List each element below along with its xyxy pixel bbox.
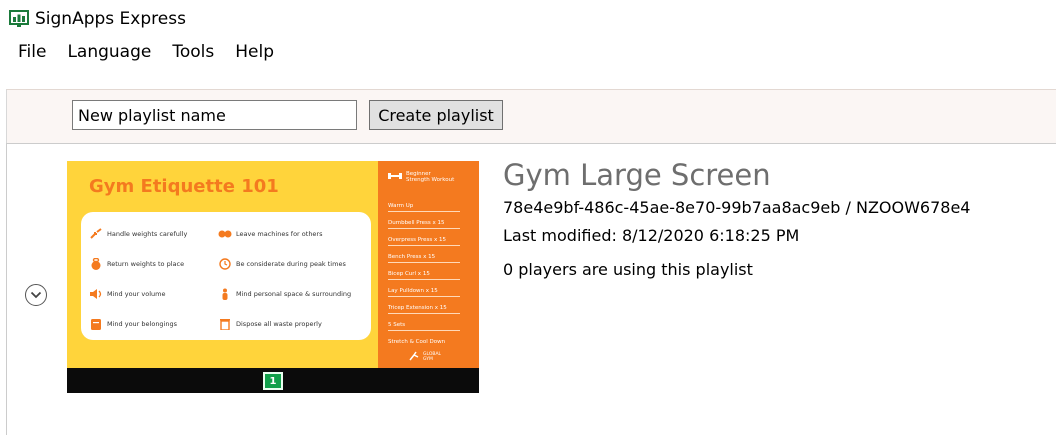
kettlebell-icon (89, 257, 103, 270)
playlist-players-count: 0 players are using this playlist (503, 260, 753, 279)
tip-label: Return weights to place (107, 260, 185, 268)
workout-item: Stretch & Cool Down (388, 339, 446, 345)
dumbbell-icon (388, 171, 402, 183)
workout-item: Bicep Curl x 15 (388, 271, 460, 280)
arrows-icon (89, 228, 103, 240)
menu-tools[interactable]: Tools (172, 42, 214, 62)
locker-icon (89, 318, 103, 330)
workout-item: Dumbbell Press x 15 (388, 220, 460, 229)
person-icon (218, 288, 232, 300)
workout-item: Tricep Extension x 15 (388, 305, 460, 314)
gym-logo-label: GLOBAL GYM (423, 352, 442, 362)
tip-item: Mind personal space & surrounding (218, 288, 351, 300)
chevron-down-circle-icon[interactable] (25, 284, 47, 306)
workout-item: Warm Up (388, 203, 460, 212)
workout-item: 5 Sets (388, 322, 460, 331)
thumbnail-title: Gym Etiquette 101 (89, 176, 279, 197)
workout-sidebar: Beginner Strength Workout Warm Up Dumbbe… (378, 161, 479, 368)
app-title: SignApps Express (35, 9, 186, 29)
playlist-id: 78e4e9bf-486c-45ae-8e70-99b7aa8ac9eb / N… (503, 198, 971, 217)
tip-item: Mind your volume (89, 288, 166, 300)
tip-label: Leave machines for others (236, 230, 323, 238)
tip-label: Be considerate during peak times (236, 260, 346, 268)
menu-help[interactable]: Help (235, 42, 274, 62)
tip-label: Mind personal space & surrounding (236, 290, 352, 298)
playlist-thumbnail[interactable]: Gym Etiquette 101 Handle weights careful… (67, 161, 479, 393)
tip-item: Dispose all waste properly (218, 318, 322, 331)
workout-heading: Beginner Strength Workout (388, 171, 456, 183)
tip-item: Mind your belongings (89, 318, 177, 330)
workout-item: Overpress Press x 15 (388, 237, 460, 246)
playlist-name: Gym Large Screen (503, 158, 771, 192)
menu-language[interactable]: Language (67, 42, 151, 62)
thumbnail-tips-card: Handle weights carefully Leave machines … (81, 212, 371, 340)
create-playlist-toolbar: Create playlist (6, 89, 1056, 143)
tip-label: Dispose all waste properly (236, 320, 322, 328)
workout-item: Lay Pulldown x 15 (388, 288, 460, 297)
tip-label: Mind your volume (107, 290, 166, 298)
playlist-modified: Last modified: 8/12/2020 6:18:25 PM (503, 226, 800, 245)
playlist-name-input[interactable] (72, 100, 357, 130)
tip-label: Handle weights carefully (107, 230, 188, 238)
workout-heading-label: Beginner Strength Workout (406, 171, 455, 183)
clock-icon (218, 258, 232, 270)
hands-icon (218, 228, 232, 240)
page-number-badge[interactable]: 1 (263, 372, 283, 390)
trash-icon (218, 318, 232, 331)
tip-item: Be considerate during peak times (218, 258, 346, 270)
list-left-border (6, 143, 7, 435)
app-logo-icon (9, 10, 29, 28)
tip-item: Handle weights carefully (89, 228, 187, 240)
workout-item: Bench Press x 15 (388, 254, 460, 263)
tip-label: Mind your belongings (107, 320, 177, 328)
create-playlist-button[interactable]: Create playlist (369, 100, 503, 130)
divider (6, 143, 1056, 144)
title-bar: SignApps Express (0, 0, 1056, 38)
tip-item: Leave machines for others (218, 228, 323, 240)
menu-file[interactable]: File (18, 42, 46, 62)
menu-bar: File Language Tools Help (0, 38, 1056, 66)
runner-icon (408, 351, 420, 363)
gym-logo: GLOBAL GYM (408, 351, 443, 363)
tip-item: Return weights to place (89, 257, 185, 270)
speaker-icon (89, 288, 103, 300)
